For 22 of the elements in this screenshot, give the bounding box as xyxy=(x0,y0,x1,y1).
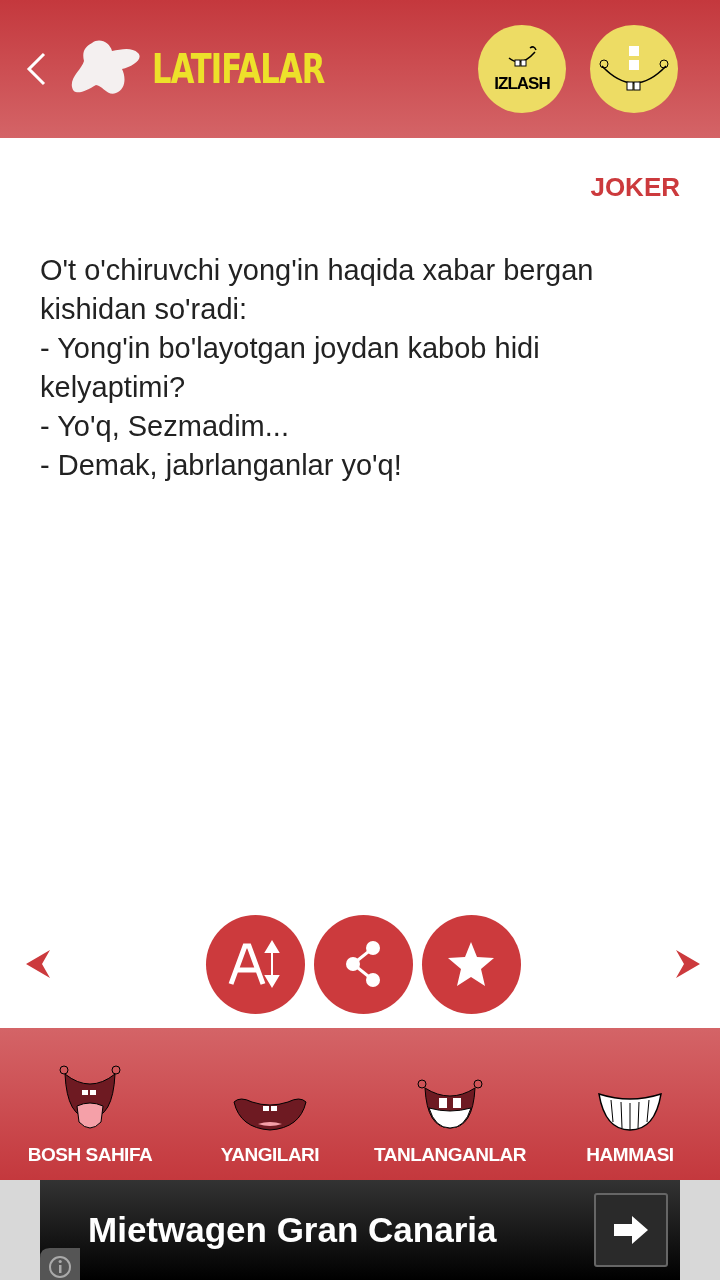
nav-tab[interactable]: BOSH SAHIFA xyxy=(0,1028,180,1180)
triangle-right-icon xyxy=(674,948,702,980)
nav-tab[interactable]: TANLANGANLAR xyxy=(360,1028,540,1180)
joke-text-line: - Yong'in bo'layotgan joydan kabob hidi kelyaptimi? xyxy=(40,331,541,405)
teeth-mouth-icon xyxy=(595,1090,665,1134)
ad-text: Mietwagen Gran Canaria xyxy=(88,1210,498,1250)
joke-text-line: - Demak, jabrlanganlar yo'q! xyxy=(40,448,403,483)
joke-text-line: - Yo'q, Sezmadim... xyxy=(40,409,290,444)
search-button[interactable]: IZLASH xyxy=(478,25,566,113)
info-icon[interactable] xyxy=(40,1248,80,1280)
share-icon xyxy=(343,940,383,988)
ad-banner[interactable]: Mietwagen Gran Canaria xyxy=(40,1180,680,1280)
joke-text-line: O't o'chiruvchi yong'in haqida xabar bergan kishidan so'radi: xyxy=(40,253,595,327)
app-title: LATIFALAR xyxy=(152,46,325,92)
triangle-left-icon xyxy=(24,948,52,980)
star-icon xyxy=(446,940,496,988)
arrow-right-icon xyxy=(612,1215,650,1245)
nav-tab[interactable]: YANGILARI xyxy=(180,1028,360,1180)
nav-tab[interactable]: HAMMASI xyxy=(540,1028,720,1180)
ad-arrow-button[interactable] xyxy=(594,1193,668,1267)
back-icon xyxy=(24,51,48,87)
author-name: JOKER xyxy=(589,172,680,203)
